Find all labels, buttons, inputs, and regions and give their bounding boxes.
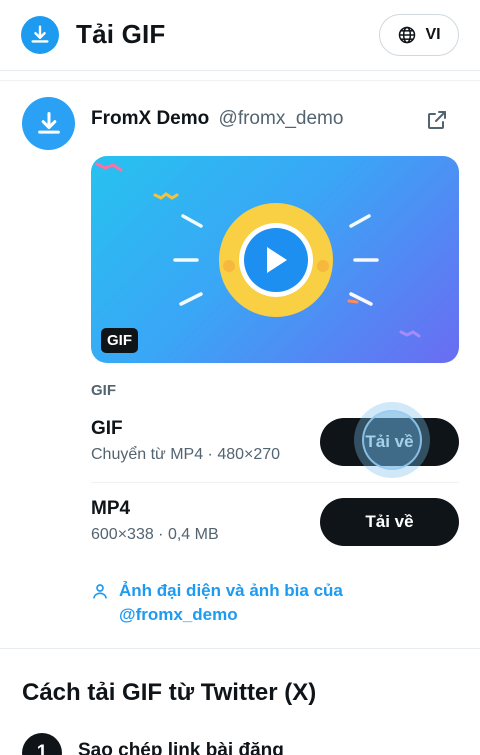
language-code: VI <box>425 26 441 43</box>
divider <box>0 80 480 81</box>
format-name: MP4 <box>91 498 131 519</box>
avatar[interactable] <box>22 97 75 150</box>
step-text: Sao chép link bài đăng <box>78 740 284 755</box>
tap-indicator <box>354 402 430 478</box>
author-handle: @fromx_demo <box>218 108 344 129</box>
format-name: GIF <box>91 418 123 439</box>
step-number: 1 <box>22 733 62 755</box>
format-meta: 600×338 · 0,4 MB <box>91 526 219 543</box>
formats-section-label: GIF <box>91 382 116 399</box>
download-icon[interactable] <box>21 16 59 54</box>
author-name: FromX Demo <box>91 108 210 129</box>
tweet-author: FromX Demo @fromx_demo <box>91 108 343 130</box>
divider <box>0 648 480 649</box>
external-link-icon[interactable] <box>425 108 449 132</box>
profile-link-text: Ảnh đại diện và ảnh bìa của @fromx_demo <box>119 581 343 624</box>
globe-icon <box>399 26 416 44</box>
app-header: Tải GIF VI <box>0 0 480 71</box>
profile-images-link[interactable]: Ảnh đại diện và ảnh bìa của @fromx_demo <box>91 579 379 627</box>
language-button[interactable]: VI <box>379 14 459 56</box>
howto-title: Cách tải GIF từ Twitter (X) <box>22 679 317 706</box>
divider <box>91 482 459 483</box>
user-icon <box>93 584 107 599</box>
download-mp4-button[interactable]: Tải về <box>320 498 459 546</box>
page-title: Tải GIF <box>76 19 166 49</box>
gif-badge: GIF <box>101 328 138 353</box>
format-meta: Chuyển từ MP4 · 480×270 <box>91 446 281 463</box>
media-preview[interactable]: GIF <box>91 156 459 363</box>
